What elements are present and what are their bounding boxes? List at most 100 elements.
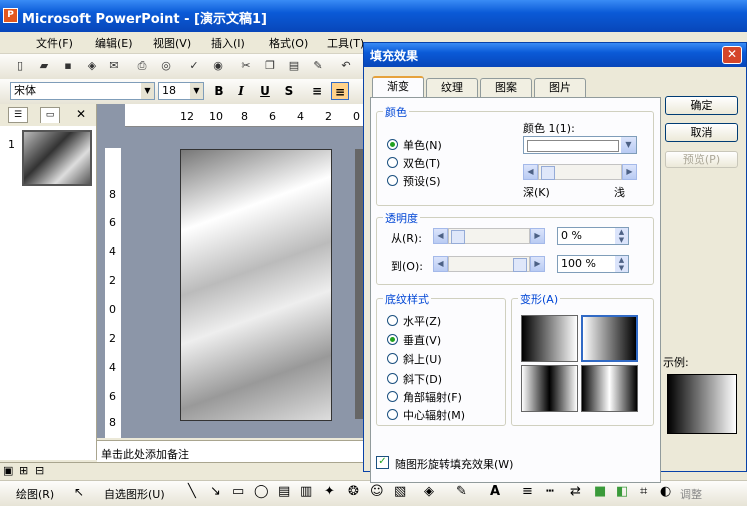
- chevron-down-icon[interactable]: ▼: [190, 83, 203, 99]
- underline-button[interactable]: U: [256, 82, 274, 100]
- rotate-checkbox[interactable]: ✓: [376, 456, 389, 469]
- line-style-icon[interactable]: ≡: [522, 484, 533, 499]
- menu-view[interactable]: 视图(V): [153, 35, 191, 51]
- bold-button[interactable]: B: [210, 82, 228, 100]
- to-value-input[interactable]: 100 % ▲ ▼: [557, 255, 629, 273]
- select-arrow-icon[interactable]: ↖: [74, 485, 84, 499]
- radio-horizontal[interactable]: [387, 315, 398, 326]
- menu-file[interactable]: 文件(F): [36, 35, 73, 51]
- variant-4[interactable]: [581, 365, 638, 412]
- variant-3[interactable]: [521, 365, 578, 412]
- italic-button[interactable]: I: [232, 82, 250, 100]
- close-icon[interactable]: ✕: [722, 46, 742, 64]
- undo-icon[interactable]: ↶: [338, 58, 354, 74]
- menu-edit[interactable]: 编辑(E): [95, 35, 133, 51]
- radio-from-corner-label[interactable]: 角部辐射(F): [403, 389, 462, 405]
- shadow-button[interactable]: S: [280, 82, 298, 100]
- open-icon[interactable]: ▰: [36, 58, 52, 74]
- preview-button[interactable]: 预览(P): [665, 151, 738, 168]
- radio-diagonal-up[interactable]: [387, 353, 398, 364]
- outline-tab-icon[interactable]: ☰: [8, 107, 28, 123]
- format-painter-icon[interactable]: ✎: [310, 58, 326, 74]
- radio-vertical[interactable]: [387, 334, 398, 345]
- copy-icon[interactable]: ❐: [262, 58, 278, 74]
- dark-light-slider[interactable]: [538, 164, 622, 180]
- slider-thumb[interactable]: [541, 166, 555, 180]
- slide-thumbnail[interactable]: [22, 130, 92, 186]
- radio-from-corner[interactable]: [387, 391, 398, 402]
- font-color-icon[interactable]: A: [490, 484, 500, 499]
- radio-diagonal-down-label[interactable]: 斜下(D): [403, 371, 442, 387]
- radio-preset[interactable]: [387, 175, 398, 186]
- wordart-icon[interactable]: ✦: [324, 484, 335, 499]
- print-icon[interactable]: ⎙: [134, 58, 150, 74]
- textbox-icon[interactable]: ▤: [278, 484, 290, 499]
- adjust-icon[interactable]: ◐: [660, 484, 671, 499]
- arrow-style-icon[interactable]: ⇄: [570, 484, 581, 499]
- ok-button[interactable]: 确定: [665, 96, 738, 115]
- slide-canvas[interactable]: [180, 149, 332, 421]
- radio-one-color-label[interactable]: 单色(N): [403, 137, 442, 153]
- line-color-icon[interactable]: ✎: [456, 484, 467, 499]
- radio-preset-label[interactable]: 预设(S): [403, 173, 441, 189]
- oval-icon[interactable]: ◯: [254, 484, 269, 499]
- research-icon[interactable]: ◉: [210, 58, 226, 74]
- clipart-icon[interactable]: ☺: [370, 484, 384, 499]
- vertical-textbox-icon[interactable]: ▥: [300, 484, 312, 499]
- tab-texture[interactable]: 纹理: [426, 78, 478, 97]
- from-slider[interactable]: [448, 228, 530, 244]
- normal-view-icon[interactable]: ▣: [3, 464, 13, 477]
- light-arrow-icon[interactable]: ▶: [622, 164, 637, 180]
- radio-from-center-label[interactable]: 中心辐射(M): [403, 407, 465, 423]
- menu-insert[interactable]: 插入(I): [211, 35, 245, 51]
- variant-2[interactable]: [581, 315, 638, 362]
- color1-dropdown[interactable]: ▼: [523, 136, 637, 154]
- from-value-input[interactable]: 0 % ▲ ▼: [557, 227, 629, 245]
- font-size-combo[interactable]: 18 ▼: [158, 82, 204, 100]
- print-preview-icon[interactable]: ◎: [158, 58, 174, 74]
- paste-icon[interactable]: ▤: [286, 58, 302, 74]
- radio-diagonal-up-label[interactable]: 斜上(U): [403, 351, 442, 367]
- picture-icon[interactable]: ▧: [394, 484, 406, 499]
- email-icon[interactable]: ✉: [106, 58, 122, 74]
- diagram-icon[interactable]: ❂: [348, 484, 359, 499]
- spinner-icon[interactable]: ▲ ▼: [615, 228, 628, 244]
- chevron-down-icon[interactable]: ▼: [141, 83, 154, 99]
- rectangle-icon[interactable]: ▭: [232, 484, 244, 499]
- dash-style-icon[interactable]: ┅: [546, 484, 554, 499]
- radio-two-colors-label[interactable]: 双色(T): [403, 155, 440, 171]
- radio-vertical-label[interactable]: 垂直(V): [403, 332, 441, 348]
- slider-thumb[interactable]: [451, 230, 465, 244]
- from-left-arrow-icon[interactable]: ◀: [433, 228, 448, 244]
- notes-pane[interactable]: 单击此处添加备注: [97, 440, 363, 463]
- sorter-view-icon[interactable]: ⊞: [19, 464, 28, 477]
- line-icon[interactable]: ╲: [188, 484, 196, 499]
- rotate-checkbox-label[interactable]: 随图形旋转填充效果(W): [395, 456, 513, 472]
- align-center-icon[interactable]: ≡: [331, 82, 349, 100]
- tab-gradient[interactable]: 渐变: [372, 76, 424, 97]
- dark-arrow-icon[interactable]: ◀: [523, 164, 538, 180]
- slides-tab-icon[interactable]: ▭: [40, 107, 60, 123]
- slideshow-view-icon[interactable]: ⊟: [35, 464, 44, 477]
- spinner-icon[interactable]: ▲ ▼: [615, 256, 628, 272]
- menu-tools[interactable]: 工具(T): [327, 35, 364, 51]
- spelling-icon[interactable]: ✓: [186, 58, 202, 74]
- save-icon[interactable]: ▪: [60, 58, 76, 74]
- cancel-button[interactable]: 取消: [665, 123, 738, 142]
- 3d-style-icon[interactable]: ◧: [616, 484, 628, 499]
- adjust-label[interactable]: 调整: [680, 486, 702, 502]
- powerpoint-icon[interactable]: P: [3, 8, 18, 23]
- crop-icon[interactable]: ⌗: [640, 484, 647, 499]
- permission-icon[interactable]: ◈: [84, 58, 100, 74]
- radio-two-colors[interactable]: [387, 157, 398, 168]
- close-icon[interactable]: ✕: [76, 107, 86, 121]
- variant-1[interactable]: [521, 315, 578, 362]
- cut-icon[interactable]: ✂: [238, 58, 254, 74]
- from-right-arrow-icon[interactable]: ▶: [530, 228, 545, 244]
- tab-picture[interactable]: 图片: [534, 78, 586, 97]
- radio-from-center[interactable]: [387, 409, 398, 420]
- chevron-down-icon[interactable]: ▼: [621, 137, 636, 153]
- align-left-icon[interactable]: ≡: [308, 82, 326, 100]
- font-combo[interactable]: 宋体 ▼: [10, 82, 155, 100]
- new-icon[interactable]: ▯: [12, 58, 28, 74]
